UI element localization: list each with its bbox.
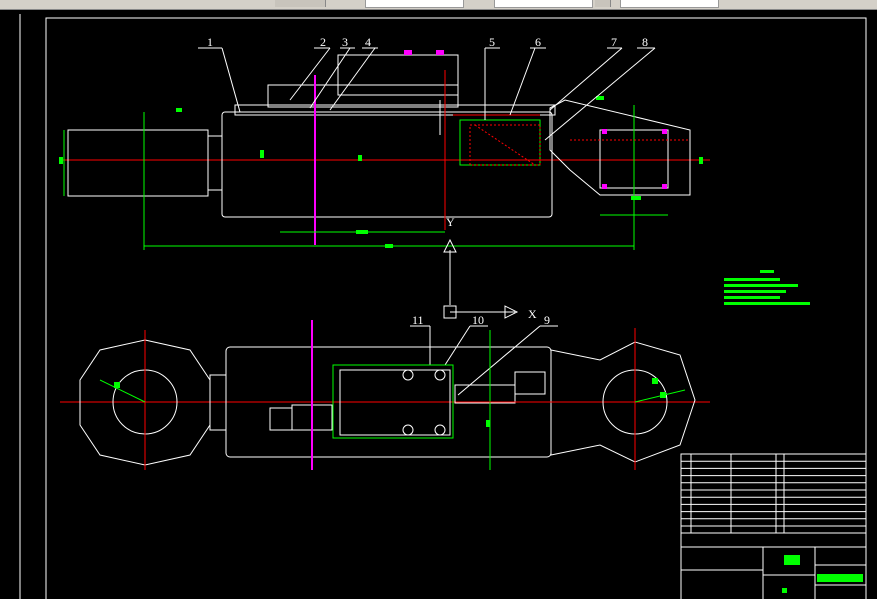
cad-drawing[interactable]: 1 2 3 4 5 6 7 8 9 10 11 X Y bbox=[0, 10, 877, 599]
toolbar-field[interactable] bbox=[620, 0, 719, 8]
title-block-part-name bbox=[784, 555, 800, 565]
toolbar bbox=[0, 0, 877, 10]
part-number-3: 3 bbox=[342, 35, 348, 49]
part-number-8: 8 bbox=[642, 35, 648, 49]
toolbar-field[interactable] bbox=[365, 0, 464, 8]
part-number-2: 2 bbox=[320, 35, 326, 49]
toolbar-field[interactable] bbox=[494, 0, 593, 8]
part-number-4: 4 bbox=[365, 35, 371, 49]
dimension-marks bbox=[59, 96, 703, 248]
section-view bbox=[60, 54, 710, 250]
part-number-10: 10 bbox=[472, 313, 484, 327]
view-label-y: Y bbox=[446, 215, 455, 229]
view-label-x: X bbox=[528, 307, 537, 321]
part-number-1: 1 bbox=[207, 35, 213, 49]
part-number-11: 11 bbox=[412, 313, 424, 327]
part-number-9: 9 bbox=[544, 313, 550, 327]
leader-lines bbox=[198, 47, 656, 396]
plan-view bbox=[60, 320, 710, 470]
title-block-drawing-name bbox=[817, 574, 863, 582]
title-block-rows bbox=[681, 460, 866, 527]
part-number-5: 5 bbox=[489, 35, 495, 49]
part-number-7: 7 bbox=[611, 35, 617, 49]
toolbar-button[interactable] bbox=[595, 0, 611, 7]
part-number-6: 6 bbox=[535, 35, 541, 49]
technical-notes bbox=[724, 270, 810, 305]
toolbar-button[interactable] bbox=[275, 0, 326, 7]
title-block-mark bbox=[782, 588, 787, 593]
